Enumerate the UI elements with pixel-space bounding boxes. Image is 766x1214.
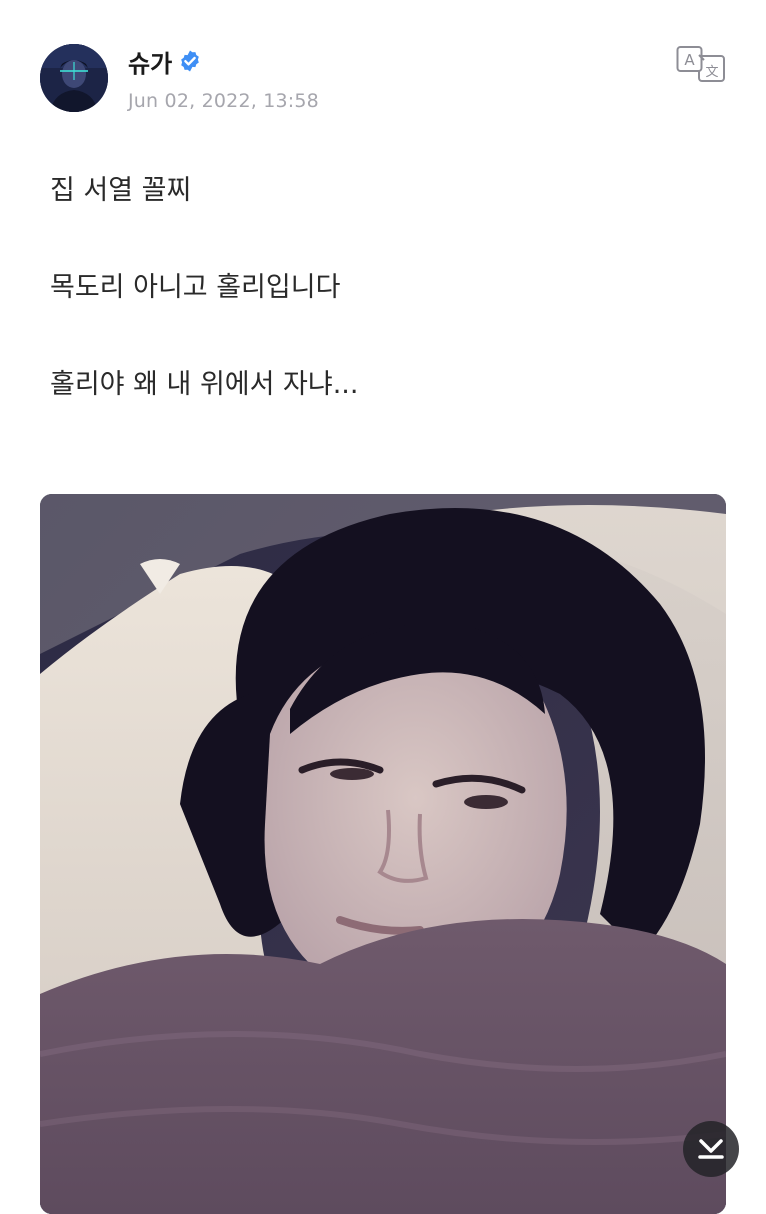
post-line-2: 목도리 아니고 홀리입니다 <box>50 272 341 303</box>
author-name[interactable]: 슈가 <box>128 44 172 79</box>
verified-badge-icon <box>178 49 202 73</box>
scroll-down-icon <box>698 1139 724 1159</box>
author-avatar[interactable] <box>40 44 108 112</box>
post-timestamp: Jun 02, 2022, 13:58 <box>128 90 319 112</box>
post-line-3: 홀리야 왜 내 위에서 자냐... <box>50 369 359 400</box>
post-header: 슈가 Jun 02, 2022, 13:58 A 文 <box>40 44 726 116</box>
post-line-1: 집 서열 꼴찌 <box>50 175 192 206</box>
translate-icon: A 文 <box>676 46 725 82</box>
svg-text:文: 文 <box>705 65 718 80</box>
svg-text:A: A <box>684 51 695 69</box>
bedtime-selfie-image <box>40 494 726 1214</box>
avatar-image <box>40 44 108 112</box>
post-photo[interactable] <box>40 494 726 1214</box>
translate-button[interactable]: A 文 <box>676 44 726 84</box>
scroll-down-button[interactable] <box>683 1121 739 1177</box>
author-row: 슈가 <box>128 44 202 79</box>
